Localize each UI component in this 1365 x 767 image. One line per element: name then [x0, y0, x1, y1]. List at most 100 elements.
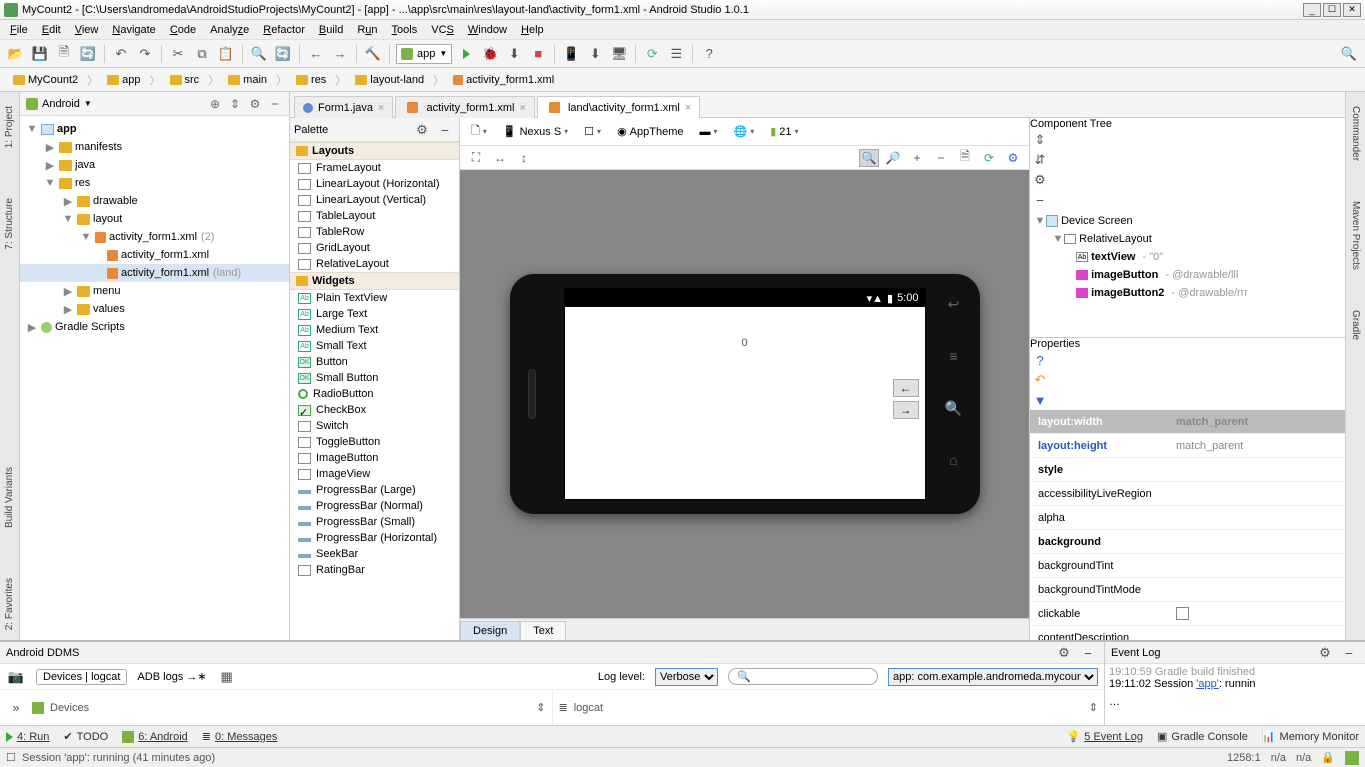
rail-build-variants[interactable]: Build Variants	[2, 457, 17, 538]
session-link[interactable]: 'app'	[1196, 678, 1219, 690]
cut-icon[interactable]: ✂	[168, 44, 188, 64]
preview-textview[interactable]: 0	[741, 337, 747, 349]
rail-maven[interactable]: Maven Projects	[1348, 191, 1363, 280]
replace-icon[interactable]: 🔄	[273, 44, 293, 64]
close-icon[interactable]: ×	[378, 102, 384, 114]
palette-item[interactable]: AbPlain TextView	[290, 290, 459, 306]
palette-item[interactable]: OKSmall Button	[290, 370, 459, 386]
property-row[interactable]: layout:heightmatch_parent	[1030, 434, 1345, 458]
tab-android[interactable]: 6: Android	[122, 731, 188, 743]
palette-item[interactable]: RatingBar	[290, 562, 459, 578]
menu-refactor[interactable]: Refactor	[257, 22, 311, 38]
menu-navigate[interactable]: Navigate	[106, 22, 161, 38]
hide-icon[interactable]: ⎯	[267, 96, 283, 112]
property-row[interactable]: alpha	[1030, 506, 1345, 530]
search-everywhere-icon[interactable]: 🔍	[1339, 44, 1359, 64]
property-row[interactable]: layout:widthmatch_parent	[1030, 410, 1345, 434]
breadcrumb-item[interactable]: MyCount2	[6, 71, 85, 89]
minimize-button[interactable]: _	[1303, 3, 1321, 17]
refresh-preview-icon[interactable]: ⟳	[979, 149, 999, 167]
design-canvas[interactable]: ↩ ≡ 🔍 ⌂ ▾▲▮5:00 0 ← →	[460, 170, 1029, 618]
breadcrumb-item[interactable]: res	[289, 71, 333, 89]
api-combo[interactable]: ▮21▾	[765, 122, 803, 141]
preview-imagebutton-left[interactable]: ←	[893, 379, 919, 397]
wrap-width-icon[interactable]: ↔	[490, 149, 510, 167]
rail-commander[interactable]: Commander	[1348, 96, 1363, 171]
screenshot-icon[interactable]: 📷	[6, 667, 26, 687]
rail-favorites[interactable]: 2: Favorites	[2, 568, 17, 640]
loglevel-select[interactable]: Verbose	[655, 668, 718, 686]
paste-icon[interactable]: 📋	[216, 44, 236, 64]
gear-icon[interactable]: ⚙	[1030, 170, 1050, 190]
palette-item[interactable]: Switch	[290, 418, 459, 434]
editor-tab[interactable]: Form1.java×	[294, 96, 393, 118]
palette-item[interactable]: AbLarge Text	[290, 306, 459, 322]
menu-edit[interactable]: Edit	[36, 22, 67, 38]
tab-run[interactable]: 4: Run	[6, 731, 49, 743]
property-row[interactable]: accessibilityLiveRegion	[1030, 482, 1345, 506]
rail-structure[interactable]: 7: Structure	[2, 188, 17, 260]
logcat-search[interactable]: 🔍	[728, 668, 878, 685]
menu-tools[interactable]: Tools	[386, 22, 424, 38]
device-combo[interactable]: 📱 Nexus S▾	[498, 122, 573, 141]
palette-item[interactable]: ToggleButton	[290, 434, 459, 450]
attach-icon[interactable]: ⬇	[504, 44, 524, 64]
palette-item[interactable]: ImageButton	[290, 450, 459, 466]
checkbox[interactable]	[1176, 607, 1189, 620]
locale-combo[interactable]: 🌐▾	[729, 122, 760, 141]
zoom-fit2-icon[interactable]: 🔎	[883, 149, 903, 167]
run-icon[interactable]	[456, 44, 476, 64]
property-row[interactable]: backgroundTintMode	[1030, 578, 1345, 602]
palette-item[interactable]: GridLayout	[290, 240, 459, 256]
help-icon[interactable]: ?	[1030, 350, 1050, 370]
redo-icon[interactable]: ↷	[135, 44, 155, 64]
help-icon[interactable]: ?	[699, 44, 719, 64]
filter-icon[interactable]: ▼	[1030, 390, 1050, 410]
zoom-out-icon[interactable]: −	[931, 149, 951, 167]
hide-icon[interactable]: ⎯	[1339, 643, 1359, 663]
design-tab[interactable]: Design	[460, 621, 520, 640]
close-icon[interactable]: ×	[685, 102, 691, 114]
run-config-combo[interactable]: app ▼	[396, 44, 452, 64]
undo-icon[interactable]: ↶	[111, 44, 131, 64]
stop-icon[interactable]: ■	[528, 44, 548, 64]
activity-combo[interactable]: ▬▾	[694, 123, 722, 141]
gear-icon[interactable]: ⚙	[247, 96, 263, 112]
editor-tab-active[interactable]: land\activity_form1.xml×	[537, 96, 700, 118]
component-tree[interactable]: ▼ Device Screen ▼ RelativeLayout Ab text…	[1030, 210, 1345, 337]
gear-icon[interactable]: ⚙	[1315, 643, 1335, 663]
menu-analyze[interactable]: Analyze	[204, 22, 255, 38]
hide-icon[interactable]: ⎯	[435, 120, 455, 140]
hide-icon[interactable]: ⎯	[1030, 190, 1050, 210]
menu-run[interactable]: Run	[351, 22, 383, 38]
breadcrumb-item[interactable]: app	[100, 71, 147, 89]
rail-project[interactable]: 1: Project	[2, 96, 17, 158]
copy-icon[interactable]: ⧉	[192, 44, 212, 64]
editor-tab[interactable]: activity_form1.xml×	[395, 96, 534, 118]
preview-imagebutton-right[interactable]: →	[893, 401, 919, 419]
palette-item[interactable]: ✓CheckBox	[290, 402, 459, 418]
palette-item[interactable]: AbMedium Text	[290, 322, 459, 338]
maximize-button[interactable]: ☐	[1323, 3, 1341, 17]
palette-item[interactable]: RadioButton	[290, 386, 459, 402]
text-tab[interactable]: Text	[520, 621, 566, 640]
event-log-body[interactable]: 19:10:59 Gradle build finished 19:11:02 …	[1105, 664, 1365, 725]
make-icon[interactable]: 🔨	[363, 44, 383, 64]
properties-table[interactable]: layout:widthmatch_parentlayout:heightmat…	[1030, 410, 1345, 640]
tab-todo[interactable]: ✔ TODO	[63, 730, 108, 743]
gear-icon[interactable]: ⚙	[1054, 643, 1074, 663]
project-tree[interactable]: ▼app ▶manifests ▶java ▼res ▶drawable ▼la…	[20, 116, 289, 640]
search-input[interactable]	[755, 671, 865, 683]
settings-icon[interactable]: ⚙	[1003, 149, 1023, 167]
tab-messages[interactable]: ≣ 0: Messages	[202, 730, 278, 743]
device-screen[interactable]: ▾▲▮5:00 0 ← →	[564, 288, 926, 500]
menu-window[interactable]: Window	[462, 22, 513, 38]
save-icon[interactable]: 💾	[30, 44, 50, 64]
collapse-icon[interactable]: ⇕	[227, 96, 243, 112]
breadcrumb-item[interactable]: main	[221, 71, 274, 89]
project-view-combo[interactable]: Android ▼	[26, 98, 92, 110]
palette-item[interactable]: RelativeLayout	[290, 256, 459, 272]
palette-item[interactable]: ImageView	[290, 466, 459, 482]
property-row[interactable]: style	[1030, 458, 1345, 482]
palette-item[interactable]: ProgressBar (Large)	[290, 482, 459, 498]
